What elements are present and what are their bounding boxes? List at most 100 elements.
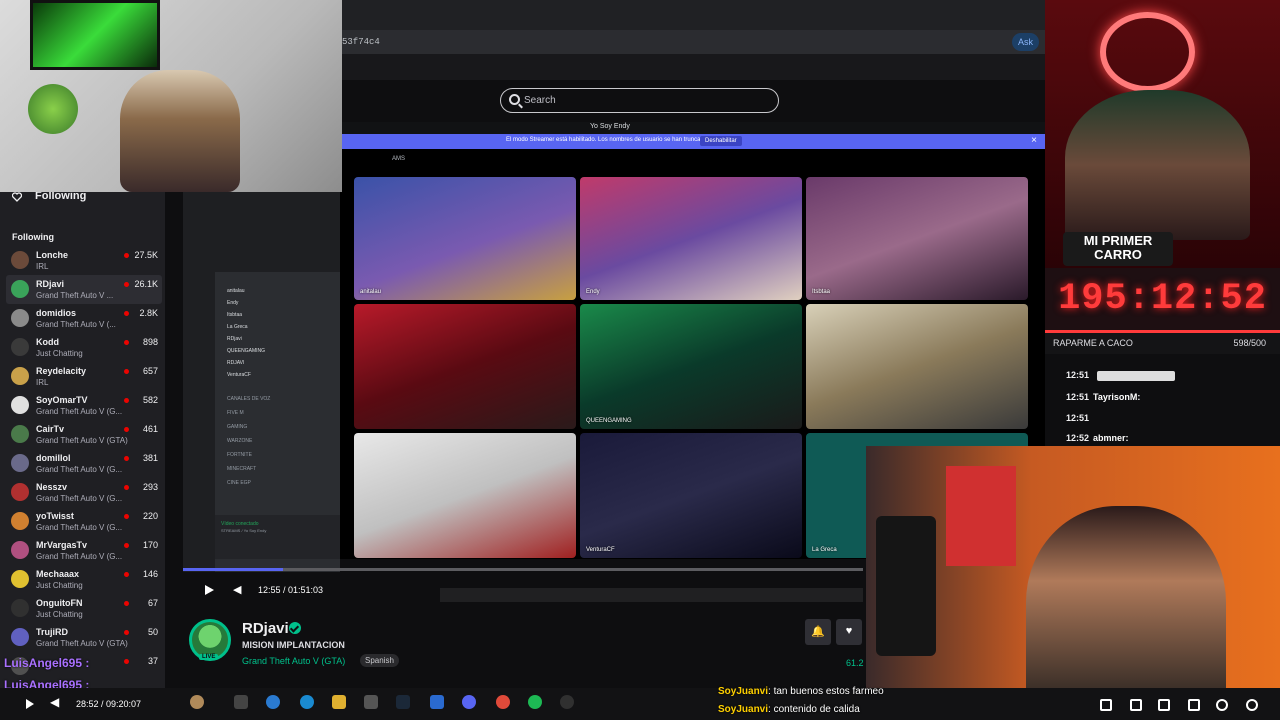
sidebar-channel[interactable]: yoTwisst Grand Theft Auto V (G... 220 bbox=[6, 507, 162, 536]
video-tile[interactable]: anitalau bbox=[354, 177, 576, 300]
mini-chat: 12:51 12:51 TayrisonM: 12:51 12:52 abmner: bbox=[1060, 354, 1280, 446]
voice-channel[interactable]: FIVE M bbox=[227, 410, 244, 416]
stream-category[interactable]: Grand Theft Auto V (GTA) bbox=[242, 656, 345, 666]
channel-name: TrujiRD bbox=[36, 627, 69, 637]
viewer-count: 170 bbox=[142, 540, 158, 550]
overlay-chat-line: SoyJuanvi: tan buenos estos farmeo bbox=[718, 686, 884, 697]
follow-button[interactable]: ♥ bbox=[836, 619, 862, 645]
volume-icon[interactable]: ◀ bbox=[50, 695, 59, 709]
channel-category: Just Chatting bbox=[36, 349, 83, 358]
channel-info: LIVE RDjavi MISION IMPLANTACION Grand Th… bbox=[183, 612, 865, 680]
steam-icon[interactable] bbox=[396, 695, 410, 709]
avatar bbox=[11, 541, 29, 559]
video-tile[interactable]: Endy bbox=[580, 177, 802, 300]
gear-icon[interactable] bbox=[1246, 699, 1258, 711]
play-icon[interactable] bbox=[26, 699, 34, 709]
viewer-count: 146 bbox=[142, 569, 158, 579]
tile-name: VenturaCF bbox=[586, 547, 615, 553]
avatar bbox=[11, 251, 29, 269]
member-row[interactable]: La Greca bbox=[227, 324, 248, 330]
member-row[interactable]: Itsbtaa bbox=[227, 312, 242, 318]
browser-icon[interactable] bbox=[300, 695, 314, 709]
theatre-icon[interactable] bbox=[1130, 699, 1142, 711]
tile-name: La Greca bbox=[812, 547, 837, 553]
emote-row bbox=[1097, 370, 1176, 381]
app-icon[interactable] bbox=[430, 695, 444, 709]
channel-category: Grand Theft Auto V (G... bbox=[36, 465, 123, 474]
overlay-chat-line: LuisAngel695 : bbox=[4, 656, 90, 670]
play-icon[interactable] bbox=[205, 585, 214, 595]
language-tag[interactable]: Spanish bbox=[360, 654, 399, 667]
sidebar-channel[interactable]: Lonche IRL 27.5K bbox=[6, 246, 162, 275]
video-tile[interactable]: VenturaCF bbox=[580, 433, 802, 558]
video-tile[interactable] bbox=[806, 304, 1028, 429]
sidebar-channel[interactable]: RDjavi Grand Theft Auto V ... 26.1K bbox=[6, 275, 162, 304]
sidebar-channel[interactable]: MrVargasTv Grand Theft Auto V (G... 170 bbox=[6, 536, 162, 565]
voice-channel[interactable]: CINE EGP bbox=[227, 480, 251, 486]
close-icon[interactable]: × bbox=[1031, 135, 1037, 146]
clip-icon[interactable] bbox=[1158, 699, 1170, 711]
speed-icon[interactable] bbox=[1216, 699, 1228, 711]
video-tile[interactable]: Itsbtaa bbox=[806, 177, 1028, 300]
discord-server-title: Yo Soy Endy bbox=[590, 123, 630, 130]
volume-icon[interactable]: ◀ bbox=[233, 585, 243, 596]
notification-button[interactable]: 🔔 bbox=[805, 619, 831, 645]
spotify-icon[interactable] bbox=[528, 695, 542, 709]
taskview-icon[interactable] bbox=[234, 695, 248, 709]
sign-text: CARRO bbox=[1094, 247, 1142, 262]
member-row[interactable]: RDJAVI bbox=[227, 360, 244, 366]
sidebar-channel[interactable]: TrujiRD Grand Theft Auto V (GTA) 50 bbox=[6, 623, 162, 652]
disable-streamer-button[interactable]: Deshabilitar bbox=[700, 136, 742, 146]
member-row[interactable]: anitalau bbox=[227, 288, 245, 294]
channel-category: Grand Theft Auto V (G... bbox=[36, 407, 123, 416]
channel-name[interactable]: RDjavi bbox=[242, 620, 289, 637]
sidebar-channel[interactable]: domilIol Grand Theft Auto V (G... 381 bbox=[6, 449, 162, 478]
channel-name: Nesszv bbox=[36, 482, 68, 492]
address-bar-url: 53f74c4 bbox=[342, 37, 380, 47]
streams-label: AMS bbox=[392, 156, 406, 162]
store-icon[interactable] bbox=[364, 695, 378, 709]
sidebar-channel[interactable]: domidios Grand Theft Auto V (... 2.8K bbox=[6, 304, 162, 333]
sidebar-channel[interactable]: Nesszv Grand Theft Auto V (G... 293 bbox=[6, 478, 162, 507]
ask-button[interactable]: Ask bbox=[1011, 33, 1039, 51]
sidebar-channel[interactable]: Reydelacity IRL 657 bbox=[6, 362, 162, 391]
sidebar-channel[interactable]: Kodd Just Chatting 898 bbox=[6, 333, 162, 362]
video-tile[interactable] bbox=[354, 304, 576, 429]
sidebar-channel[interactable]: CairTv Grand Theft Auto V (GTA) 461 bbox=[6, 420, 162, 449]
member-row[interactable]: Endy bbox=[227, 300, 238, 306]
fullscreen-icon[interactable] bbox=[1188, 699, 1200, 711]
member-row[interactable]: QUEENGAMING bbox=[227, 348, 265, 354]
voice-channel[interactable]: WARZONE bbox=[227, 438, 252, 444]
voice-channel[interactable]: GAMING bbox=[227, 424, 247, 430]
channel-name: RDjavi bbox=[36, 279, 65, 289]
goal-count: 598/500 bbox=[1233, 338, 1266, 348]
following-sidebar: Following Following Lonche IRL 27.5K RDjavi… bbox=[0, 180, 165, 688]
folder-icon[interactable] bbox=[332, 695, 346, 709]
voice-channel[interactable]: MINECRAFT bbox=[227, 466, 256, 472]
sidebar-channel[interactable]: SoyOmarTV Grand Theft Auto V (G... 582 bbox=[6, 391, 162, 420]
avatar bbox=[11, 628, 29, 646]
streamer-mode-notice: El modo Streamer está habilitado. Los no… bbox=[340, 134, 1045, 149]
neon-sign bbox=[1100, 12, 1195, 92]
logo-image bbox=[28, 84, 78, 134]
following-section-label: Following bbox=[12, 232, 54, 242]
edge-icon[interactable] bbox=[266, 695, 280, 709]
voice-channel[interactable]: FORTNITE bbox=[227, 452, 252, 458]
sidebar-channel[interactable]: OnguitoFN Just Chatting 67 bbox=[6, 594, 162, 623]
viewer-count: 381 bbox=[142, 453, 158, 463]
player-time: 12:55 / 01:51:03 bbox=[258, 585, 324, 595]
seek-bar[interactable] bbox=[183, 568, 863, 571]
viewer-count: 2.8K bbox=[139, 308, 158, 318]
discord-icon[interactable] bbox=[462, 695, 476, 709]
obs-icon[interactable] bbox=[560, 695, 574, 709]
sidebar-channel[interactable]: Mechaaax Just Chatting 146 bbox=[6, 565, 162, 594]
app-icon[interactable] bbox=[190, 695, 204, 709]
search-input[interactable]: Search bbox=[500, 88, 779, 113]
live-dot bbox=[124, 253, 129, 258]
chrome-icon[interactable] bbox=[496, 695, 510, 709]
pip-icon[interactable] bbox=[1100, 699, 1112, 711]
member-row[interactable]: RDjavi bbox=[227, 336, 242, 342]
video-tile[interactable] bbox=[354, 433, 576, 558]
video-tile[interactable]: QUEENGAMING bbox=[580, 304, 802, 429]
member-row[interactable]: VenturaCF bbox=[227, 372, 251, 378]
